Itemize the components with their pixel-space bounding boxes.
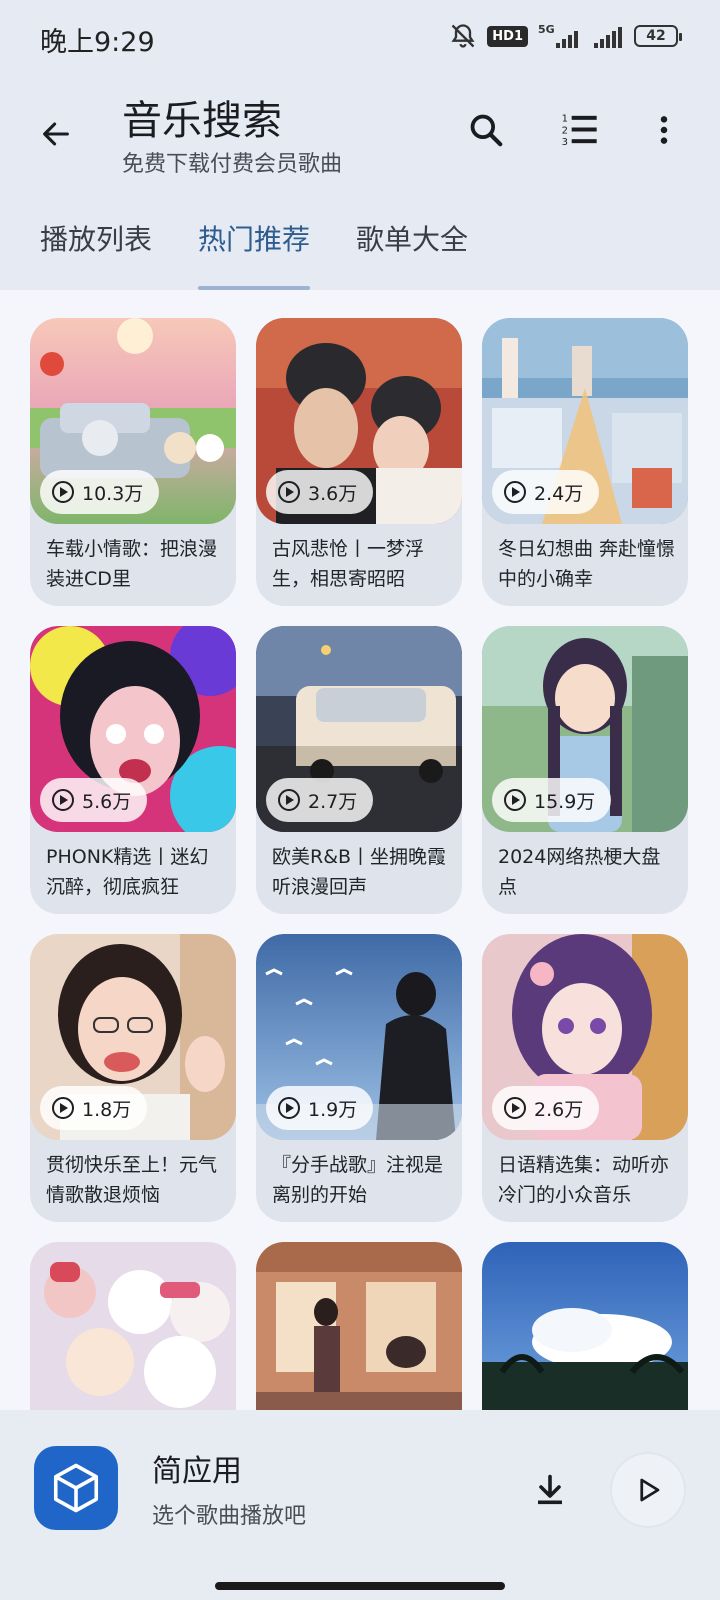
play-circle-icon: [52, 481, 74, 503]
play-count-badge: 15.9万: [492, 778, 612, 822]
play-circle-icon: [278, 789, 300, 811]
player-subtitle: 选个歌曲播放吧: [152, 1504, 307, 1529]
search-button[interactable]: [458, 102, 514, 158]
playlist-card[interactable]: 5.6万 PHONK精选丨迷幻沉醉，彻底疯狂: [30, 626, 236, 914]
play-count-badge: 3.6万: [266, 470, 374, 514]
svg-text:2: 2: [562, 125, 568, 136]
play-circle-icon: [504, 789, 526, 811]
playlist-title: 贯彻快乐至上！元气情歌散退烦恼: [46, 1154, 218, 1206]
app-logo: [34, 1446, 118, 1530]
playlist-card[interactable]: 15.9万 2024网络热梗大盘点: [482, 626, 688, 914]
play-count: 1.8万: [82, 1098, 132, 1121]
play-circle-icon: [52, 1097, 74, 1119]
svg-text:5G: 5G: [538, 23, 555, 36]
playlist-cover: [482, 1242, 688, 1410]
svg-text:3: 3: [562, 137, 568, 148]
playlist-card[interactable]: 2.6万 日语精选集：动听亦冷门的小众音乐: [482, 934, 688, 1222]
play-circle-icon: [278, 1097, 300, 1119]
mini-player[interactable]: 简应用 选个歌曲播放吧: [0, 1410, 720, 1600]
playlist-title: PHONK精选丨迷幻沉醉，彻底疯狂: [46, 846, 209, 898]
play-count: 15.9万: [534, 790, 596, 813]
playlist-card[interactable]: 2.4万 冬日幻想曲 奔赴憧憬中的小确幸: [482, 318, 688, 606]
play-count: 5.6万: [82, 790, 132, 813]
playlist-card[interactable]: [256, 1242, 462, 1410]
screen: 晚上9:29 HD1 5G 42 音乐搜索 免费下载付费会员歌曲 1 2 3 播…: [0, 0, 720, 1600]
tab-label: 歌单大全: [356, 223, 469, 256]
play-count-badge: 1.9万: [266, 1086, 374, 1130]
home-indicator[interactable]: [215, 1582, 505, 1590]
playlist-card[interactable]: [30, 1242, 236, 1410]
mute-bell-icon: [451, 24, 475, 48]
play-count: 2.4万: [534, 482, 584, 505]
tab-song-lists[interactable]: 歌单大全: [356, 218, 468, 290]
playlist-cover: [30, 1242, 236, 1410]
play-circle-icon: [278, 481, 300, 503]
search-icon: [470, 114, 503, 147]
more-vert-icon: [660, 116, 668, 144]
playlist-title: 冬日幻想曲 奔赴憧憬中的小确幸: [498, 538, 676, 590]
tab-label: 播放列表: [40, 223, 153, 256]
play-count: 2.7万: [308, 790, 358, 813]
play-count-badge: 2.6万: [492, 1086, 600, 1130]
signal-icon: [594, 27, 622, 48]
playlist-title: 欧美R&B丨坐拥晚霞听浪漫回声: [272, 846, 447, 898]
play-count-badge: 2.7万: [266, 778, 374, 822]
playlist-card[interactable]: 10.3万 车载小情歌：把浪漫装进CD里: [30, 318, 236, 606]
play-count-badge: 10.3万: [40, 470, 160, 514]
more-options-button[interactable]: [636, 102, 692, 158]
playlist-title: 车载小情歌：把浪漫装进CD里: [46, 538, 218, 590]
play-icon: [640, 1478, 660, 1502]
tab-label: 热门推荐: [198, 223, 311, 256]
cube-logo-icon: [53, 1463, 99, 1513]
back-button[interactable]: [28, 106, 84, 162]
playlist-title: 2024网络热梗大盘点: [498, 846, 661, 898]
play-circle-icon: [52, 789, 74, 811]
player-title: 简应用: [152, 1454, 242, 1489]
playlist-card[interactable]: 3.6万 古风悲怆丨一梦浮生，相思寄昭昭: [256, 318, 462, 606]
playlist-cover: [256, 1242, 462, 1410]
sort-list-button[interactable]: 1 2 3: [552, 102, 608, 158]
play-count-badge: 2.4万: [492, 470, 600, 514]
playlist-title: 古风悲怆丨一梦浮生，相思寄昭昭: [272, 538, 425, 590]
svg-text:1: 1: [562, 114, 568, 125]
tab-hot-recommend[interactable]: 热门推荐: [198, 218, 311, 290]
playlist-card[interactable]: [482, 1242, 688, 1410]
download-button[interactable]: [522, 1462, 578, 1518]
play-count: 10.3万: [82, 482, 144, 505]
tab-playlist[interactable]: 播放列表: [40, 218, 152, 290]
play-button[interactable]: [610, 1452, 686, 1528]
battery-icon: 42: [634, 25, 682, 47]
download-icon: [538, 1474, 562, 1505]
tab-bar: 播放列表 热门推荐 歌单大全: [0, 208, 720, 290]
playlist-card[interactable]: 1.9万 『分手战歌』注视是离别的开始: [256, 934, 462, 1222]
playlist-title: 日语精选集：动听亦冷门的小众音乐: [498, 1154, 670, 1206]
status-time: 晚上9:29: [40, 27, 155, 58]
page-subtitle: 免费下载付费会员歌曲: [122, 152, 343, 177]
signal-5g-icon: 5G: [538, 23, 578, 48]
play-count: 1.9万: [308, 1098, 358, 1121]
playlist-grid: 10.3万 车载小情歌：把浪漫装进CD里 3.6万 古风悲怆丨一梦浮生，相思寄昭…: [0, 290, 720, 1410]
play-circle-icon: [504, 481, 526, 503]
playlist-title: 『分手战歌』注视是离别的开始: [272, 1154, 444, 1206]
playlist-order-icon: 1 2 3: [562, 114, 597, 148]
page-title: 音乐搜索: [122, 98, 282, 144]
play-count-badge: 5.6万: [40, 778, 148, 822]
playlist-card[interactable]: 2.7万 欧美R&B丨坐拥晚霞听浪漫回声: [256, 626, 462, 914]
status-bar: 晚上9:29 HD1 5G 42: [0, 0, 720, 78]
playlist-card[interactable]: 1.8万 贯彻快乐至上！元气情歌散退烦恼: [30, 934, 236, 1222]
hd-badge: HD1: [487, 25, 528, 47]
play-count-badge: 1.8万: [40, 1086, 148, 1130]
back-arrow-icon: [43, 122, 69, 146]
play-circle-icon: [504, 1097, 526, 1119]
app-bar: 音乐搜索 免费下载付费会员歌曲 1 2 3 播放列表 热门推荐 歌单大全: [0, 78, 720, 290]
status-icons: HD1 5G 42: [449, 22, 682, 50]
play-count: 3.6万: [308, 482, 358, 505]
play-count: 2.6万: [534, 1098, 584, 1121]
